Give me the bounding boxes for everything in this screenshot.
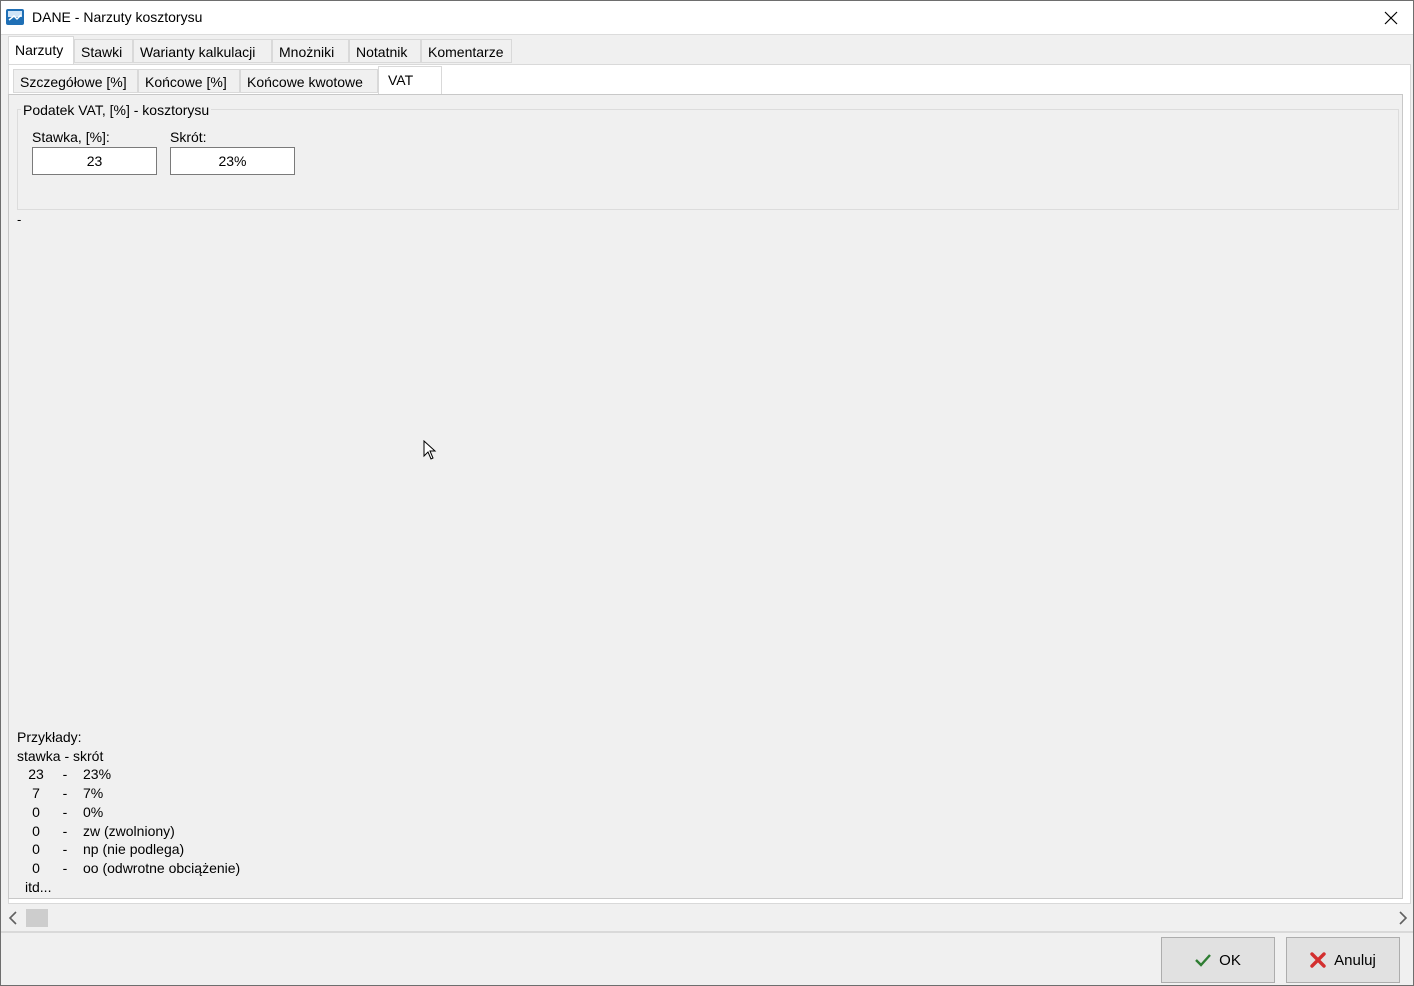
- mouse-cursor-icon: [423, 440, 437, 460]
- example-row: 23 -23%: [17, 765, 240, 784]
- example-rate: 0: [32, 859, 40, 876]
- subtab-koncowe[interactable]: Końcowe [%]: [138, 69, 240, 93]
- example-short: zw (zwolniony): [83, 822, 175, 839]
- rate-input[interactable]: 23: [32, 147, 157, 175]
- subtab-szczegolowe[interactable]: Szczegółowe [%]: [13, 69, 138, 93]
- examples-block: Przykłady: stawka - skrót 23-23% 7-7% 0-…: [17, 728, 240, 896]
- red-x-icon: [1310, 952, 1326, 968]
- example-sep: -: [62, 822, 68, 839]
- rate-label: Stawka, [%]:: [32, 129, 110, 145]
- subtab-vat[interactable]: VAT: [378, 66, 442, 94]
- footer-separator: [1, 931, 1413, 933]
- tab-stawki[interactable]: Stawki: [74, 39, 133, 63]
- example-row: 0 - zw (zwolniony): [17, 822, 240, 841]
- checkmark-icon: [1195, 954, 1212, 967]
- example-sep: -: [62, 841, 68, 858]
- close-icon: [1384, 11, 1398, 24]
- app-icon: [6, 9, 24, 25]
- vat-group-legend: Podatek VAT, [%] - kosztorysu: [21, 102, 212, 118]
- example-row: 0 - np (nie podlega): [17, 840, 240, 859]
- title-bar: DANE - Narzuty kosztorysu: [1, 1, 1413, 35]
- example-row: 0 -0%: [17, 803, 240, 822]
- examples-heading: Przykłady:: [17, 729, 82, 745]
- example-short: 7%: [83, 785, 104, 802]
- examples-footer: itd...: [25, 878, 52, 895]
- scrollbar-thumb[interactable]: [26, 909, 48, 927]
- tab-narzuty[interactable]: Narzuty: [8, 36, 74, 64]
- scroll-right-icon[interactable]: [1398, 911, 1408, 925]
- example-sep: -: [62, 766, 68, 783]
- short-input[interactable]: 23%: [170, 147, 295, 175]
- dash-text: -: [17, 212, 22, 227]
- tab-notatnik[interactable]: Notatnik: [349, 39, 421, 63]
- short-label: Skrót:: [170, 129, 207, 145]
- example-rate: 0: [32, 822, 40, 839]
- example-row: 7 -7%: [17, 784, 240, 803]
- example-row: 0 - oo (odwrotne obciążenie): [17, 859, 240, 878]
- subtab-koncowe-kwotowe[interactable]: Końcowe kwotowe: [240, 69, 378, 93]
- window-title: DANE - Narzuty kosztorysu: [32, 9, 203, 25]
- example-sep: -: [62, 803, 68, 820]
- ok-button[interactable]: OK: [1161, 937, 1275, 983]
- dialog-window: DANE - Narzuty kosztorysu Narzuty Stawki…: [0, 0, 1414, 986]
- example-sep: -: [62, 785, 68, 802]
- tab-mnozniki[interactable]: Mnożniki: [272, 39, 349, 63]
- example-rate: 0: [32, 803, 40, 820]
- example-rate: 23: [28, 766, 44, 783]
- tab-komentarze[interactable]: Komentarze: [421, 39, 512, 63]
- example-short: oo (odwrotne obciążenie): [83, 859, 241, 876]
- scroll-left-icon[interactable]: [8, 911, 18, 925]
- example-short: np (nie podlega): [83, 841, 185, 858]
- horizontal-scrollbar[interactable]: [4, 907, 1412, 929]
- cancel-button-label: Anuluj: [1334, 951, 1376, 969]
- ok-button-label: OK: [1219, 951, 1241, 969]
- cancel-button[interactable]: Anuluj: [1286, 937, 1400, 983]
- example-sep: -: [62, 859, 68, 876]
- example-short: 0%: [83, 803, 104, 820]
- example-rate: 7: [32, 785, 40, 802]
- tab-warianty-kalkulacji[interactable]: Warianty kalkulacji: [133, 39, 272, 63]
- example-short: 23%: [83, 766, 112, 783]
- examples-subheading: stawka - skrót: [17, 747, 104, 764]
- example-rate: 0: [32, 841, 40, 858]
- close-button[interactable]: [1369, 1, 1413, 34]
